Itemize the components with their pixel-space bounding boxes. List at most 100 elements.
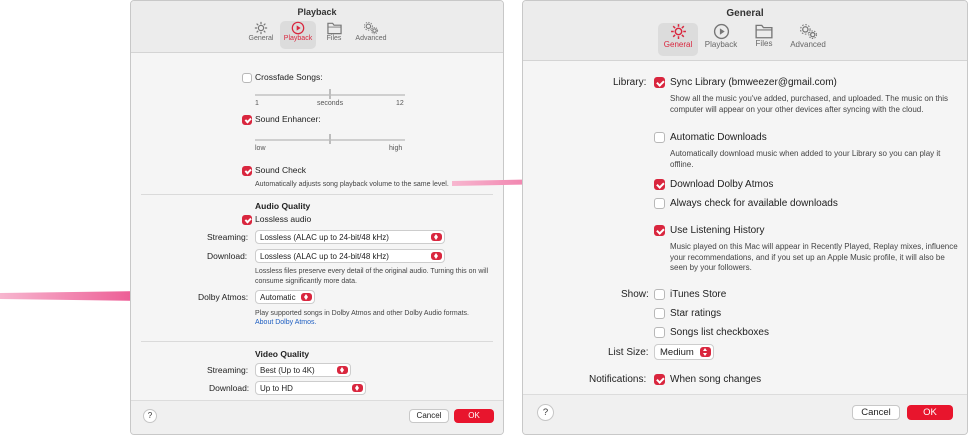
crossfade-checkbox[interactable]	[242, 73, 252, 83]
play-circle-icon	[291, 21, 305, 35]
star-ratings-label: Star ratings	[670, 308, 722, 319]
dolby-atmos-select[interactable]: Automatic	[255, 290, 315, 304]
star-ratings-checkbox[interactable]	[654, 308, 665, 319]
toolbar-files[interactable]: Files	[749, 23, 779, 56]
sound-enhancer-min-label: low	[255, 145, 266, 152]
dialog-footer: ? Cancel OK	[523, 394, 967, 434]
general-titlebar: General General Playback Files Advanced	[523, 1, 967, 61]
toolbar-general[interactable]: General	[246, 21, 276, 49]
toolbar-label: Advanced	[355, 35, 387, 42]
select-stepper-icon	[301, 293, 312, 301]
lossless-audio-label: Lossless audio	[255, 214, 312, 224]
toolbar-playback[interactable]: Playback	[701, 23, 741, 56]
automatic-downloads-checkbox[interactable]	[654, 132, 665, 143]
crossfade-min-label: 1	[255, 100, 259, 107]
lossless-audio-checkbox[interactable]	[242, 215, 252, 225]
dialog-footer: ? Cancel OK	[131, 400, 503, 434]
itunes-store-label: iTunes Store	[670, 289, 727, 300]
crossfade-slider-knob[interactable]	[329, 89, 331, 99]
listening-history-checkbox[interactable]	[654, 225, 665, 236]
help-button[interactable]: ?	[537, 404, 554, 421]
select-value: Automatic	[260, 293, 296, 302]
list-size-label: List Size:	[608, 347, 649, 358]
sound-check-description: Automatically adjusts song playback volu…	[255, 181, 449, 188]
lossless-description: Lossless files preserve every detail of …	[255, 268, 489, 285]
select-stepper-icon	[431, 252, 442, 260]
songs-list-checkboxes-checkbox[interactable]	[654, 327, 665, 338]
playback-preferences-window: Playback General Playback Files Advanced…	[130, 0, 504, 435]
download-quality-select[interactable]: Lossless (ALAC up to 24-bit/48 kHz)	[255, 249, 445, 263]
gear-icon	[670, 24, 686, 39]
select-stepper-icon	[431, 233, 442, 241]
gear-icon	[254, 21, 268, 35]
toolbar-playback[interactable]: Playback	[280, 21, 316, 49]
sound-enhancer-checkbox[interactable]	[242, 115, 252, 125]
video-download-label: Download:	[209, 383, 250, 393]
crossfade-max-label: 12	[396, 100, 404, 107]
check-downloads-checkbox[interactable]	[654, 198, 665, 209]
sound-check-label: Sound Check	[255, 165, 307, 175]
video-quality-heading: Video Quality	[255, 349, 310, 359]
toolbar-label: Playback	[283, 35, 313, 42]
cancel-button[interactable]: Cancel	[409, 409, 449, 423]
section-divider	[141, 194, 493, 195]
advanced-gears-icon	[799, 24, 817, 39]
select-stepper-icon	[700, 347, 711, 357]
select-stepper-icon	[352, 384, 363, 392]
sound-check-checkbox[interactable]	[242, 166, 252, 176]
video-download-select[interactable]: Up to HD	[255, 381, 366, 395]
notifications-value-label: When song changes	[670, 374, 762, 385]
select-value: Medium	[660, 347, 694, 358]
streaming-label: Streaming:	[207, 232, 249, 242]
sync-library-label: Sync Library (bmweezer@gmail.com)	[670, 77, 837, 88]
sync-library-description: Show all the music you've added, purchas…	[670, 94, 948, 114]
advanced-gears-icon	[364, 21, 379, 35]
help-button[interactable]: ?	[143, 409, 157, 423]
toolbar-advanced[interactable]: Advanced	[353, 21, 389, 49]
playback-titlebar: Playback General Playback Files Advanced	[131, 1, 503, 53]
toolbar-general[interactable]: General	[658, 23, 698, 56]
list-size-select[interactable]: Medium	[654, 344, 714, 360]
automatic-downloads-label: Automatic Downloads	[670, 132, 767, 143]
folder-icon	[755, 24, 773, 39]
select-value: Best (Up to 4K)	[260, 366, 315, 375]
ok-button[interactable]: OK	[907, 405, 953, 420]
check-downloads-label: Always check for available downloads	[670, 198, 838, 209]
select-value: Up to HD	[260, 384, 293, 393]
sound-enhancer-max-label: high	[389, 145, 403, 152]
sound-enhancer-label: Sound Enhancer:	[255, 114, 321, 124]
notifications-label: Notifications:	[589, 374, 647, 385]
play-circle-icon	[713, 23, 729, 40]
toolbar-label: Files	[326, 35, 342, 42]
toolbar-label: General	[248, 35, 274, 42]
cancel-button[interactable]: Cancel	[852, 405, 900, 420]
toolbar-files[interactable]: Files	[321, 21, 347, 49]
dolby-atmos-description: Play supported songs in Dolby Atmos and …	[255, 310, 470, 317]
itunes-store-checkbox[interactable]	[654, 289, 665, 300]
select-value: Lossless (ALAC up to 24-bit/48 kHz)	[260, 233, 389, 242]
window-title: General	[726, 8, 764, 19]
download-dolby-atmos-label: Download Dolby Atmos	[670, 179, 774, 190]
sound-enhancer-slider-knob[interactable]	[329, 134, 331, 144]
window-title: Playback	[297, 7, 337, 17]
about-dolby-atmos-link[interactable]: About Dolby Atmos.	[255, 319, 316, 326]
video-streaming-select[interactable]: Best (Up to 4K)	[255, 363, 351, 377]
download-label: Download:	[207, 251, 248, 261]
ok-button[interactable]: OK	[454, 409, 494, 423]
toolbar-advanced[interactable]: Advanced	[787, 23, 829, 56]
sync-library-checkbox[interactable]	[654, 77, 665, 88]
download-dolby-atmos-checkbox[interactable]	[654, 179, 665, 190]
select-value: Lossless (ALAC up to 24-bit/48 kHz)	[260, 252, 389, 261]
video-streaming-label: Streaming:	[207, 365, 249, 375]
section-divider	[141, 341, 493, 342]
dolby-atmos-label: Dolby Atmos:	[198, 292, 249, 302]
show-label: Show:	[621, 289, 649, 300]
toolbar-label: Advanced	[790, 40, 826, 49]
streaming-quality-select[interactable]: Lossless (ALAC up to 24-bit/48 kHz)	[255, 230, 445, 244]
folder-icon	[326, 22, 342, 35]
notifications-checkbox[interactable]	[654, 374, 665, 385]
toolbar-label: Files	[755, 39, 773, 48]
toolbar-label: Playback	[704, 40, 738, 49]
crossfade-label: Crossfade Songs:	[255, 72, 323, 82]
listening-history-label: Use Listening History	[670, 225, 765, 236]
